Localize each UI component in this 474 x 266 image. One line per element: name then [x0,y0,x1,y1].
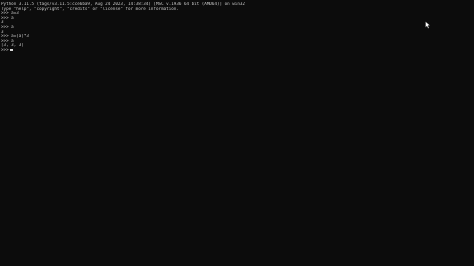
repl-prompt: >>> [1,47,9,52]
repl-prompt-line[interactable]: >>> [1,48,474,53]
text-cursor [9,49,13,51]
terminal-window[interactable]: Python 3.11.5 (tags/v3.11.5:cce6ba9, Aug… [0,0,474,266]
mouse-pointer-icon [425,21,431,29]
